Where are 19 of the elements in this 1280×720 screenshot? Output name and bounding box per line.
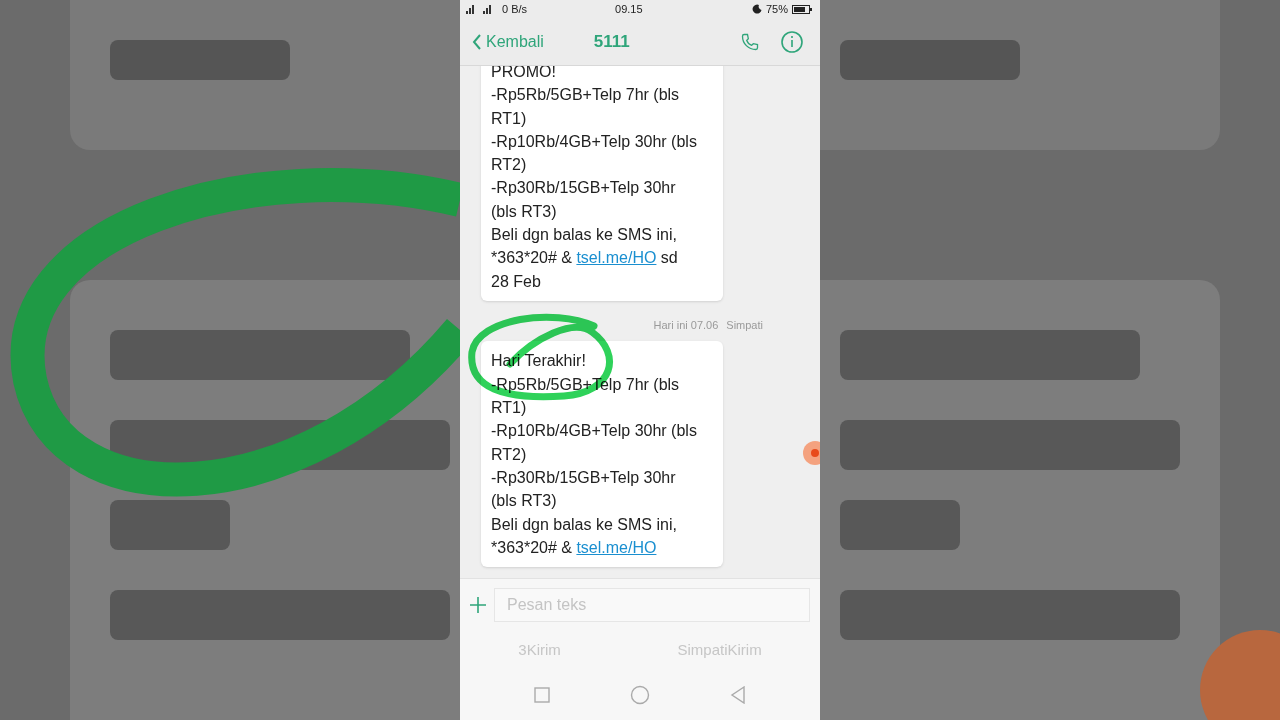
- clock: 09.15: [615, 1, 643, 17]
- message-link[interactable]: tsel.me/HO: [576, 538, 657, 556]
- sim-name: Simpati: [726, 317, 763, 333]
- plus-icon[interactable]: [470, 596, 486, 613]
- message-bubble: PROMO! -Rp5Rb/5GB+Telp 7hr (bls RT1) -Rp10Rb/4GB+Telp 30hr (bls RT2) -Rp30Rb/15GB+Telp 30hr (bls RT3) Beli dgn balas ke SMS ini, *363*20# & tsel.me/HO sd 28 Feb: [481, 66, 723, 301]
- message-time: Hari ini 07.06: [653, 317, 719, 333]
- battery-icon: [792, 4, 812, 14]
- moon-icon: [751, 4, 762, 14]
- circle-nav-icon[interactable]: [630, 685, 650, 705]
- triangle-nav-icon[interactable]: [730, 686, 746, 704]
- back-button[interactable]: Kembali: [472, 29, 544, 54]
- network-speed: 0 B/s: [502, 1, 528, 17]
- conversation-title: 5111: [593, 30, 630, 53]
- message-link[interactable]: tsel.me/HO: [576, 249, 657, 267]
- chevron-left-icon: [472, 33, 482, 50]
- square-nav-icon[interactable]: [534, 687, 550, 703]
- info-button[interactable]: [780, 29, 804, 54]
- phone-button[interactable]: [740, 31, 760, 52]
- battery-percent: 75%: [765, 1, 788, 17]
